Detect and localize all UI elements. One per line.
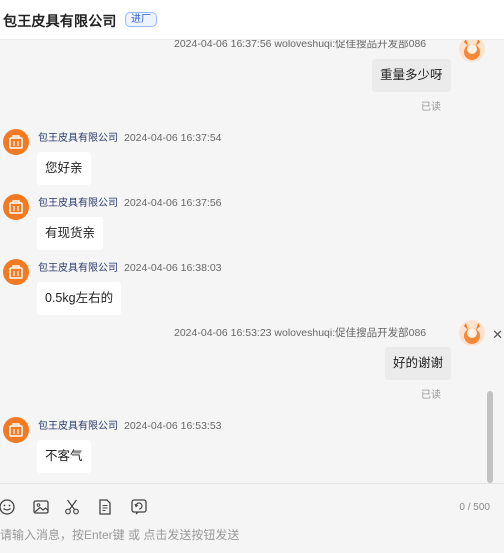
message-meta: 2024-04-06 16:37:56 woloveshuqi:促佳搜品开发部0… — [174, 40, 427, 50]
factory-tag[interactable]: 进厂 — [125, 12, 157, 27]
message-list[interactable]: 2024-04-06 16:37:56 woloveshuqi:促佳搜品开发部0… — [0, 40, 504, 483]
message-bubble[interactable]: 有现货亲 — [37, 217, 104, 250]
sender-name: 包王皮具有限公司 — [38, 421, 118, 432]
shop-avatar[interactable] — [3, 259, 29, 285]
my-avatar[interactable] — [459, 320, 485, 346]
message-meta: 2024-04-06 16:53:23 woloveshuqi:促佳搜品开发部0… — [174, 327, 427, 339]
message-bubble[interactable]: 0.5kg左右的 — [37, 282, 122, 315]
composer: 0 / 500 — [0, 483, 504, 553]
sender-line: 包王皮具有限公司 2024-04-06 16:37:56 — [38, 194, 222, 209]
my-avatar[interactable] — [459, 40, 485, 62]
char-counter: 0 / 500 — [459, 502, 490, 513]
message-time: 2024-04-06 16:53:53 — [124, 420, 222, 432]
message-time: 2024-04-06 16:37:54 — [124, 132, 222, 144]
read-status: 已读 — [421, 390, 441, 401]
sender-line: 包王皮具有限公司 2024-04-06 16:38:03 — [38, 259, 222, 274]
message-bubble[interactable]: 重量多少呀 — [372, 59, 451, 92]
sender-line: 包王皮具有限公司 2024-04-06 16:53:53 — [38, 417, 222, 432]
image-icon[interactable] — [32, 498, 50, 516]
shop-avatar[interactable] — [3, 129, 29, 155]
sender-name: 包王皮具有限公司 — [38, 198, 118, 209]
message-bubble[interactable]: 您好亲 — [37, 152, 91, 185]
emoji-icon[interactable] — [0, 498, 16, 516]
read-status: 已读 — [421, 102, 441, 113]
message-input[interactable] — [0, 524, 480, 546]
chat-header: 包王皮具有限公司 进厂 — [0, 0, 504, 40]
sender-line: 包王皮具有限公司 2024-04-06 16:37:54 — [38, 129, 222, 144]
document-icon[interactable] — [96, 498, 114, 516]
sender-name: 包王皮具有限公司 — [38, 133, 118, 144]
shop-avatar[interactable] — [3, 194, 29, 220]
shop-avatar[interactable] — [3, 417, 29, 443]
message-bubble[interactable]: 好的谢谢 — [385, 347, 452, 380]
message-time: 2024-04-06 16:38:03 — [124, 262, 222, 274]
message-time: 2024-04-06 16:37:56 — [124, 197, 222, 209]
company-name[interactable]: 包王皮具有限公司 — [3, 11, 117, 31]
chat-scrollbar[interactable] — [487, 391, 493, 483]
message-bubble[interactable]: 不客气 — [37, 440, 91, 473]
scissors-icon[interactable] — [63, 498, 81, 516]
refresh-chat-icon[interactable] — [130, 498, 148, 516]
sender-name: 包王皮具有限公司 — [38, 263, 118, 274]
close-icon[interactable]: ✕ — [492, 327, 503, 343]
